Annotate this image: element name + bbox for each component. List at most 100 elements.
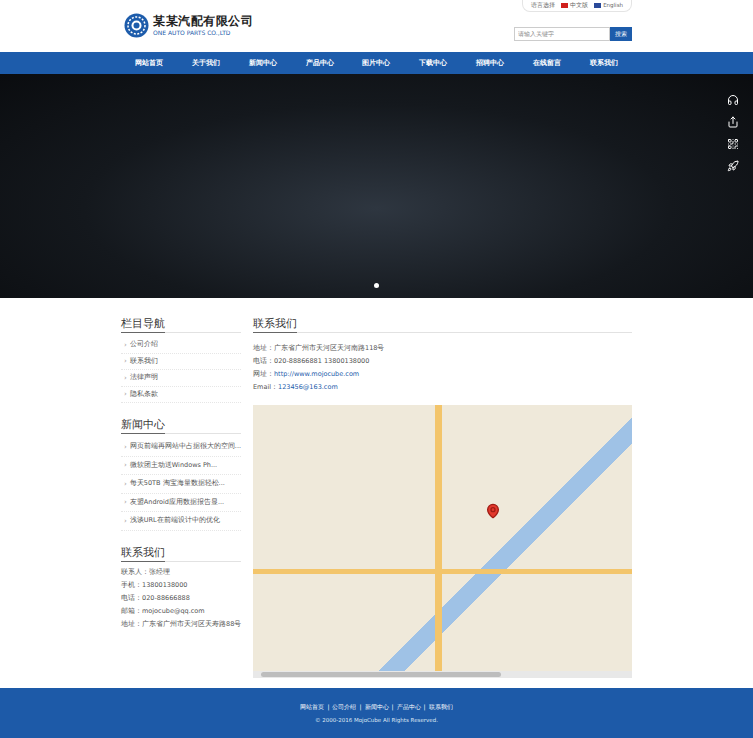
nav-inner: 网站首页 关于我们 新闻中心 产品中心 图片中心 下载中心 招聘中心 在线留言 联系我们	[121, 52, 632, 74]
headset-icon[interactable]	[727, 94, 739, 106]
main: 联系我们地址：广东省广州市天河区天河南路118号电话：020-88866881 …	[253, 312, 632, 688]
news-section: 新闻中心 ›网页前端再网站中占据很大的空间...›微软团主动送Windows Ph…	[121, 413, 241, 531]
news-item[interactable]: ›每天50TB 淘宝海量数据轻松...	[121, 475, 241, 494]
sidebar-item[interactable]: ›公司介绍	[121, 337, 241, 354]
nav-item[interactable]: 图片中心	[362, 58, 390, 68]
nav-item[interactable]: 联系我们	[590, 58, 618, 68]
contact-line: 地址：广东省广州市天河区天寿路88号	[121, 618, 241, 631]
contact-line: 电话：020-88666888	[121, 592, 241, 605]
side-tools	[727, 94, 739, 172]
header-right: 语言选择中文版 English 搜索	[514, 0, 632, 41]
section-heading: 联系我们	[121, 541, 241, 562]
main-lines: 地址：广东省广州市天河区天河南路118号电话：020-88866881 1380…	[253, 337, 632, 394]
nav-item[interactable]: 在线留言	[533, 58, 561, 68]
bullet: ›	[124, 480, 127, 488]
contact-line: 邮箱：mojocube@qq.com	[121, 605, 241, 618]
bullet: ›	[124, 517, 127, 525]
sidebar-item[interactable]: ›联系我们	[121, 354, 241, 371]
footer-separator: |	[327, 703, 329, 712]
footer-link[interactable]: 产品中心	[397, 703, 421, 712]
share-icon[interactable]	[727, 116, 739, 128]
news-item[interactable]: ›微软团主动送Windows Ph...	[121, 457, 241, 476]
info-line: 网址：http://www.mojocube.com	[253, 368, 632, 381]
language-option[interactable]: English	[594, 1, 623, 9]
sidebar: 栏目导航›公司介绍›联系我们›法律声明›隐私条款新闻中心›网页前端再网站中占据很…	[121, 312, 241, 688]
company-name: 某某汽配有限公司	[153, 14, 253, 28]
footer-link[interactable]: 公司介绍	[332, 703, 356, 712]
bullet: ›	[124, 461, 127, 469]
map[interactable]	[253, 405, 632, 678]
nav-item[interactable]: 网站首页	[135, 58, 163, 68]
footer-separator: |	[359, 703, 361, 712]
map-pin	[485, 503, 501, 523]
footer-link[interactable]: 新闻中心	[365, 703, 389, 712]
nav-item[interactable]: 新闻中心	[249, 58, 277, 68]
section-title: 栏目导航	[121, 316, 165, 333]
contact-line: 联系人：张经理	[121, 566, 241, 579]
logo-text: 某某汽配有限公司ONE AUTO PARTS CO.,LTD	[153, 14, 253, 37]
flag-icon	[594, 3, 601, 8]
qr-code-icon[interactable]	[727, 138, 739, 150]
nav-item[interactable]: 关于我们	[192, 58, 220, 68]
scrollbar-thumb[interactable]	[261, 672, 501, 677]
nav-item[interactable]: 招聘中心	[476, 58, 504, 68]
language-option[interactable]: 中文版	[561, 1, 588, 9]
content: 栏目导航›公司介绍›联系我们›法律声明›隐私条款新闻中心›网页前端再网站中占据很…	[121, 298, 632, 688]
info-link[interactable]: http://www.mojocube.com	[274, 370, 359, 378]
logo[interactable]: 某某汽配有限公司ONE AUTO PARTS CO.,LTD	[121, 0, 253, 38]
copyright: © 2000-2016 MojoCube All Rights Reserved…	[315, 717, 438, 723]
flag-icon	[561, 3, 568, 8]
search-row: 搜索	[514, 27, 632, 41]
info-line: Email：123456@163.com	[253, 381, 632, 394]
language-bar: 语言选择中文版 English	[522, 0, 632, 12]
bullet: ›	[124, 390, 127, 398]
page: 某某汽配有限公司ONE AUTO PARTS CO.,LTD 语言选择中文版 Eng…	[0, 0, 753, 738]
news-item[interactable]: ›友盟Android应用数据报告显...	[121, 494, 241, 513]
banner-dot[interactable]	[374, 283, 379, 288]
bullet: ›	[124, 357, 127, 365]
sidebar-item[interactable]: ›法律声明	[121, 370, 241, 387]
section-title: 联系我们	[121, 545, 165, 562]
footer-link[interactable]: 网站首页	[300, 703, 324, 712]
header-inner: 某某汽配有限公司ONE AUTO PARTS CO.,LTD 语言选择中文版 Eng…	[121, 0, 632, 52]
nav-item[interactable]: 下载中心	[419, 58, 447, 68]
info-value: 广东省广州市天河区天河南路118号	[274, 344, 384, 352]
rocket-icon[interactable]	[727, 160, 739, 172]
footer-links: 网站首页|公司介绍|新闻中心|产品中心|联系我们	[300, 703, 452, 712]
nav-bar: 网站首页 关于我们 新闻中心 产品中心 图片中心 下载中心 招聘中心 在线留言 联系我们	[0, 52, 753, 74]
column-nav: 栏目导航 ›公司介绍›联系我们›法律声明›隐私条款	[121, 312, 241, 403]
footer: 网站首页|公司介绍|新闻中心|产品中心|联系我们© 2000-2016 Mojo…	[0, 688, 753, 738]
section-heading: 栏目导航	[121, 312, 241, 333]
footer-separator: |	[392, 703, 394, 712]
news-item[interactable]: ›网页前端再网站中占据很大的空间...	[121, 438, 241, 457]
footer-link[interactable]: 联系我们	[429, 703, 453, 712]
section-title: 新闻中心	[121, 417, 165, 434]
banner-dots	[0, 283, 753, 288]
bullet: ›	[124, 498, 127, 506]
bullet: ›	[124, 443, 127, 451]
info-line: 地址：广东省广州市天河区天河南路118号	[253, 342, 632, 355]
contact-line: 手机：13800138000	[121, 579, 241, 592]
language-label: 语言选择	[531, 1, 555, 9]
sidebar-item[interactable]: ›隐私条款	[121, 387, 241, 404]
footer-separator: |	[424, 703, 426, 712]
banner	[0, 74, 753, 298]
news-item[interactable]: ›浅谈URL在前端设计中的优化	[121, 512, 241, 531]
main-heading: 联系我们	[253, 312, 632, 333]
header: 某某汽配有限公司ONE AUTO PARTS CO.,LTD 语言选择中文版 Eng…	[0, 0, 753, 52]
main-title: 联系我们	[253, 316, 297, 333]
search-button[interactable]: 搜索	[610, 27, 632, 41]
section-heading: 新闻中心	[121, 413, 241, 434]
search-input[interactable]	[514, 27, 610, 41]
bullet: ›	[124, 341, 127, 349]
contact-section: 联系我们联系人：张经理手机：13800138000电话：020-88666888…	[121, 541, 241, 631]
bullet: ›	[124, 374, 127, 382]
info-value: 020-88866881 13800138000	[274, 357, 369, 365]
map-scrollbar[interactable]	[253, 671, 632, 678]
company-name-en: ONE AUTO PARTS CO.,LTD	[153, 28, 253, 37]
info-line: 电话：020-88866881 13800138000	[253, 355, 632, 368]
nav-item[interactable]: 产品中心	[306, 58, 334, 68]
info-link[interactable]: 123456@163.com	[278, 383, 338, 391]
map-pin-icon	[485, 503, 501, 519]
logo-emblem-icon	[124, 13, 149, 38]
